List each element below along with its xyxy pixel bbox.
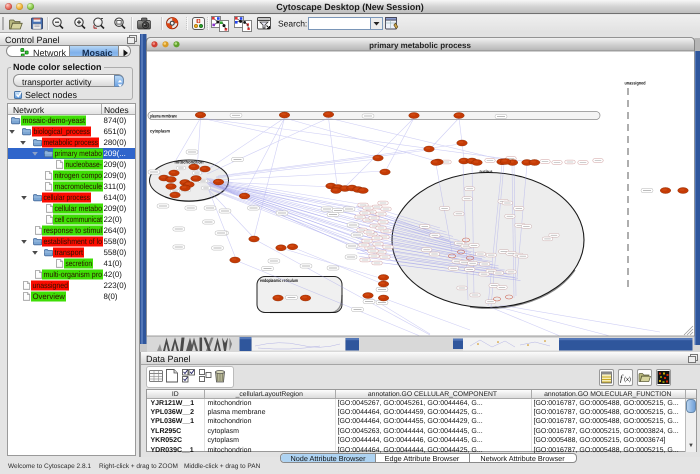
svg-text:unassigned: unassigned [625,81,646,86]
svg-text:614(0): 614(0) [104,193,127,202]
svg-text:metabolic process: metabolic process [44,138,99,147]
svg-text:42(0): 42(0) [104,270,123,279]
svg-text:209(0): 209(0) [104,204,127,213]
svg-text:endoplasmic reticulum: endoplasmic reticulum [260,278,298,283]
svg-text:558(0): 558(0) [104,237,127,246]
svg-text:nucleobase-: nucleobase- [66,160,103,169]
svg-text:cell communicat: cell communicat [55,215,103,224]
svg-text:41(0): 41(0) [104,259,123,268]
svg-text:establishment of lo: establishment of lo [44,237,103,246]
svg-text:cellular process: cellular process [44,193,91,202]
svg-text:nucleus: nucleus [480,169,493,174]
svg-text:transport: transport [55,248,84,257]
svg-text:mitochondrion: mitochondrion [175,160,204,165]
svg-text:macromolecule: macromolecule [55,182,103,191]
svg-text:Overview: Overview [33,292,66,301]
svg-text:cellular metabo: cellular metabo [55,204,103,213]
svg-text:biological_process: biological_process [34,127,91,136]
svg-text:mosaic-demo-yeast: mosaic-demo-yeast [23,116,86,125]
svg-text:558(0): 558(0) [104,248,127,257]
svg-text:874(0): 874(0) [104,116,127,125]
svg-text:nitrogen compo: nitrogen compo [55,171,103,180]
svg-text:plasma membrane: plasma membrane [150,113,177,118]
svg-text:280(0): 280(0) [104,138,127,147]
svg-text:cytoplasm: cytoplasm [150,129,170,134]
svg-text:311(0): 311(0) [104,182,127,191]
svg-text:209(...: 209(... [104,149,126,158]
svg-text:response to stimul: response to stimul [44,226,103,235]
svg-text:209(0): 209(0) [104,160,127,169]
svg-text:22(0): 22(0) [104,215,123,224]
svg-text:223(0): 223(0) [104,281,127,290]
svg-text:Search:: Search: [278,19,307,29]
svg-text:unassigned: unassigned [33,281,69,290]
svg-text:multi-organism pro: multi-organism pro [44,270,103,279]
svg-text:primary metabolic process: primary metabolic process [369,41,471,50]
svg-text:264(0): 264(0) [104,226,127,235]
svg-text:primary metabo: primary metabo [55,149,103,158]
svg-text:8(0): 8(0) [104,292,118,301]
svg-text:209(0): 209(0) [104,171,127,180]
svg-text:651(0): 651(0) [104,127,127,136]
svg-text:(x): (x) [624,376,631,383]
svg-text:secretion: secretion [66,259,93,268]
